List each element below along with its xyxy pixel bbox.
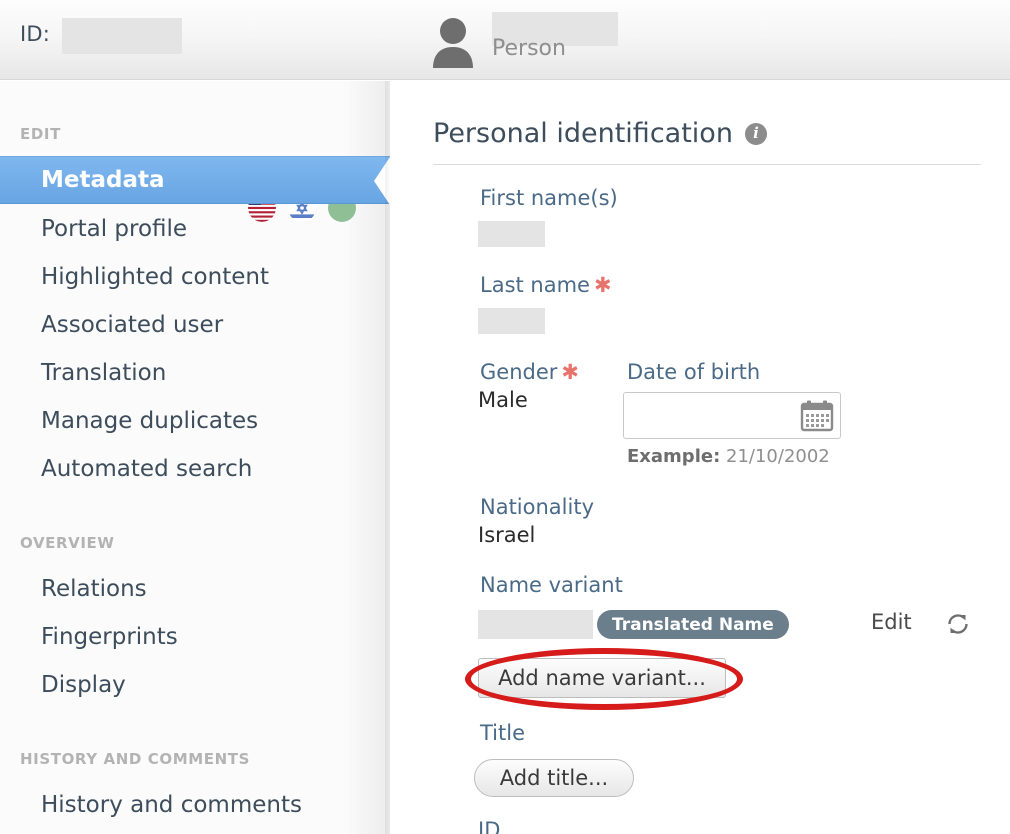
- last-name-label-text: Last name: [480, 273, 590, 297]
- id-label: ID:: [20, 22, 51, 46]
- nationality-label: Nationality: [480, 495, 595, 519]
- person-avatar-icon: [428, 16, 478, 68]
- date-of-birth-input[interactable]: [623, 392, 841, 439]
- panel-title-row: Personal identification i: [433, 118, 767, 149]
- sidebar-item-highlighted-content[interactable]: Highlighted content: [0, 253, 390, 301]
- add-title-button[interactable]: Add title...: [474, 759, 634, 797]
- translated-name-badge: Translated Name: [597, 610, 789, 639]
- top-header-bar: ID: Person: [0, 0, 1010, 80]
- gender-value: Male: [478, 388, 528, 412]
- gender-label: Gender ✱: [480, 360, 579, 384]
- gender-label-text: Gender: [480, 360, 558, 384]
- sidebar-item-label: Relations: [41, 576, 147, 602]
- title-label: Title: [480, 721, 526, 745]
- info-icon[interactable]: i: [744, 122, 767, 145]
- sidebar-section-edit: EDIT: [20, 125, 61, 143]
- required-star-icon: ✱: [593, 273, 612, 297]
- date-of-birth-example: Example: 21/10/2002: [627, 446, 830, 467]
- sidebar-item-label: Translation: [41, 360, 167, 386]
- sidebar-item-display[interactable]: Display: [0, 661, 390, 709]
- person-type-label: Person: [492, 36, 566, 61]
- first-name-value-redacted: [478, 221, 545, 247]
- sidebar-item-metadata[interactable]: Metadata: [0, 156, 390, 205]
- sidebar-item-label: Automated search: [41, 456, 253, 482]
- sidebar-item-manage-duplicates[interactable]: Manage duplicates: [0, 397, 390, 445]
- last-name-label: Last name ✱: [480, 273, 612, 297]
- name-variant-value-redacted: [478, 610, 593, 639]
- sidebar-item-label: History and comments: [41, 792, 302, 818]
- date-example-value: 21/10/2002: [726, 446, 830, 467]
- sidebar-item-fingerprints[interactable]: Fingerprints: [0, 613, 390, 661]
- first-name-label: First name(s): [480, 186, 618, 210]
- date-of-birth-label: Date of birth: [627, 360, 761, 384]
- sidebar-item-label: Highlighted content: [41, 264, 269, 290]
- last-name-value-redacted: [478, 308, 545, 334]
- sidebar-section-history-and-comments: HISTORY AND COMMENTS: [20, 750, 251, 768]
- nationality-value: Israel: [478, 523, 536, 547]
- sidebar-item-label: Fingerprints: [41, 624, 178, 650]
- sidebar-item-portal-profile[interactable]: Portal profile: [0, 205, 390, 253]
- app-root: ID: Person EDIT Metadata Portal profile …: [0, 0, 1010, 834]
- sidebar-section-overview: OVERVIEW: [20, 534, 115, 552]
- sidebar-item-label: Portal profile: [41, 216, 188, 242]
- calendar-icon[interactable]: [800, 399, 834, 432]
- sidebar: EDIT Metadata Portal profile Highlighted…: [0, 81, 390, 834]
- sidebar-item-relations[interactable]: Relations: [0, 565, 390, 613]
- required-star-icon: ✱: [561, 360, 579, 384]
- id-field-label: ID: [478, 818, 501, 834]
- refresh-icon[interactable]: [944, 610, 972, 638]
- sidebar-item-automated-search[interactable]: Automated search: [0, 445, 390, 493]
- sidebar-item-label: Associated user: [41, 312, 224, 338]
- title-divider: [433, 164, 981, 165]
- sidebar-item-label: Metadata: [41, 167, 165, 193]
- name-variant-label: Name variant: [480, 573, 623, 597]
- page-title: Personal identification: [433, 118, 733, 149]
- sidebar-item-associated-user[interactable]: Associated user: [0, 301, 390, 349]
- date-example-prefix: Example:: [627, 446, 721, 467]
- sidebar-item-history-and-comments[interactable]: History and comments: [0, 781, 390, 829]
- edit-name-variant-link[interactable]: Edit: [871, 610, 912, 634]
- sidebar-item-label: Manage duplicates: [41, 408, 259, 434]
- add-name-variant-button[interactable]: Add name variant...: [478, 658, 726, 698]
- sidebar-item-label: Display: [41, 672, 126, 698]
- id-value-redacted: [62, 18, 182, 54]
- sidebar-item-translation[interactable]: Translation: [0, 349, 390, 397]
